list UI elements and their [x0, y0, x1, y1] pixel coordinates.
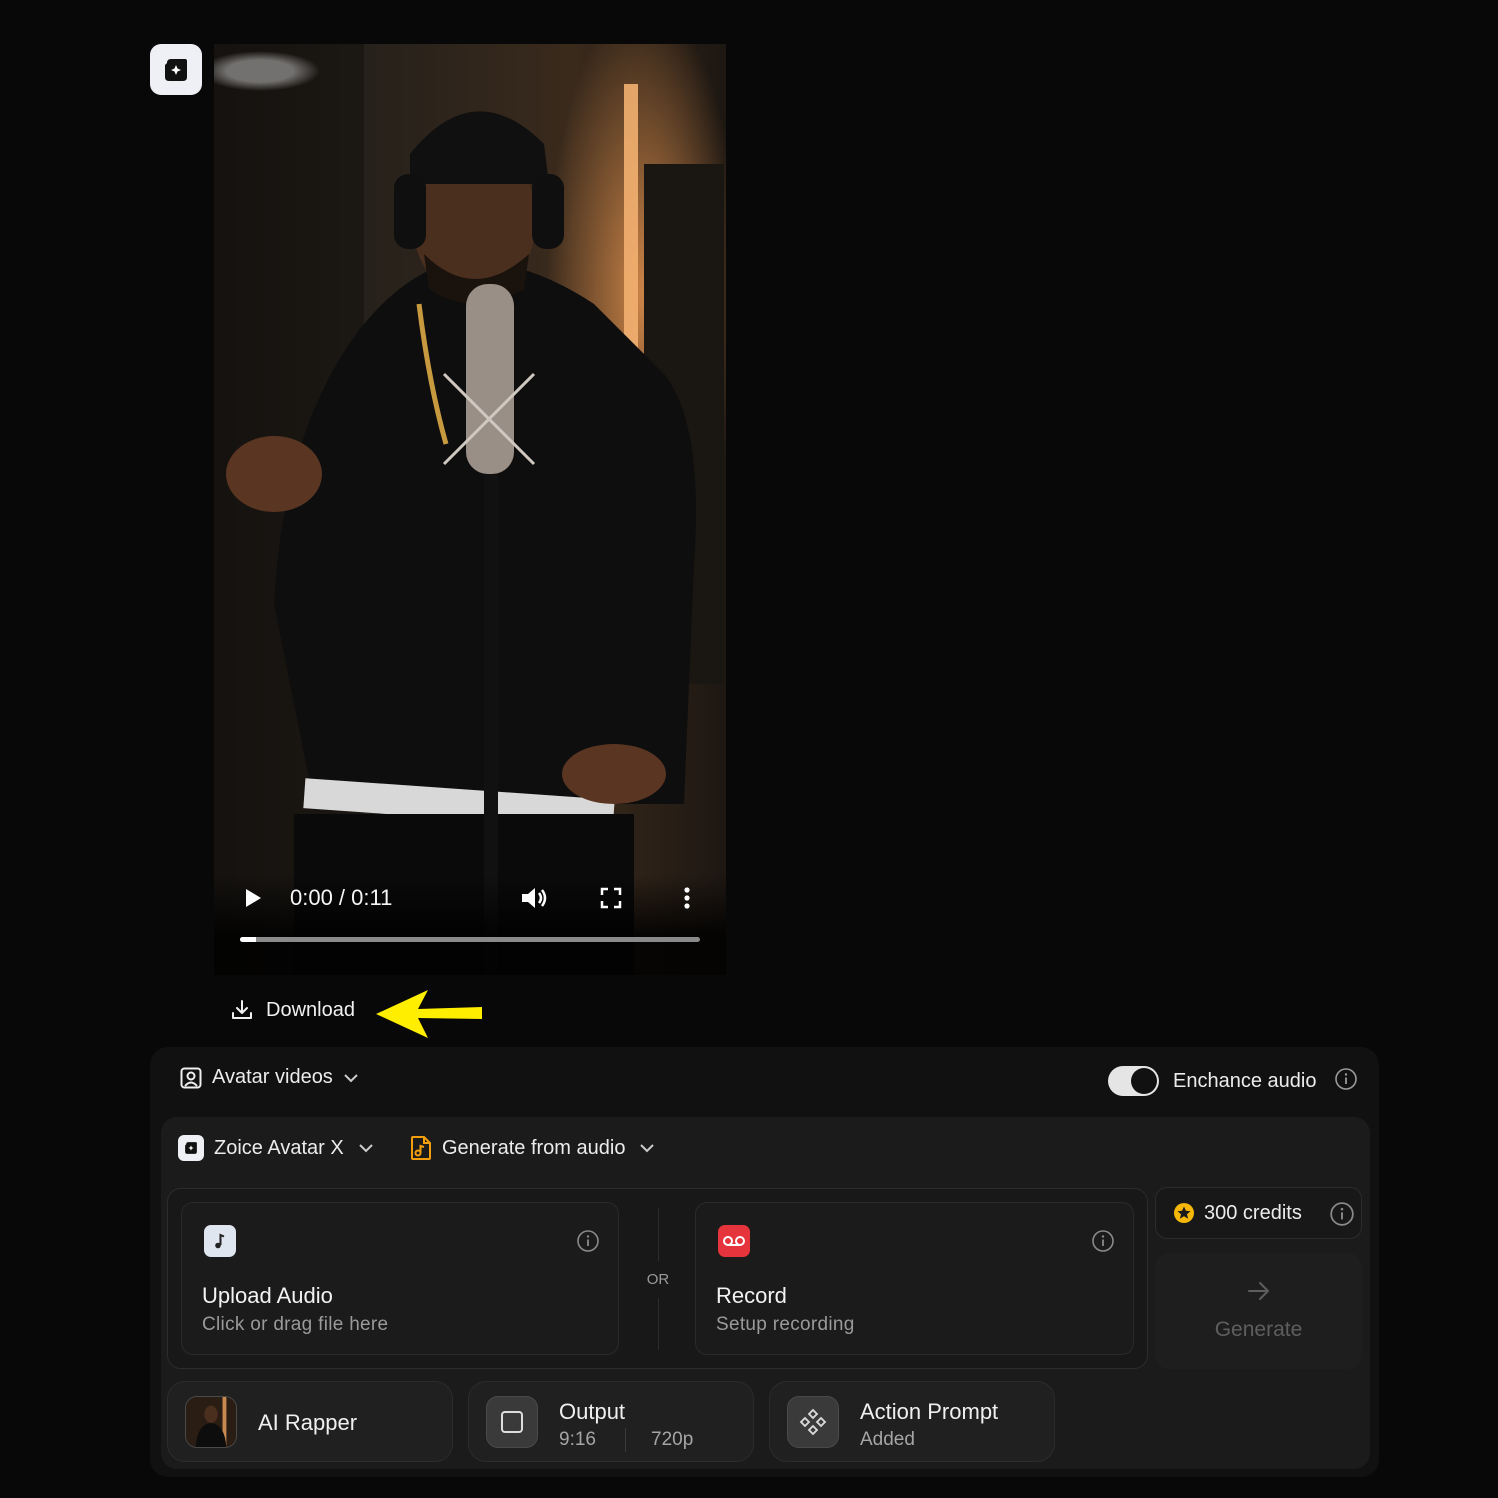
info-icon[interactable] [1334, 1067, 1358, 1091]
avatar-thumbnail [185, 1396, 237, 1448]
upload-audio-title: Upload Audio [202, 1283, 333, 1308]
mode-dropdown[interactable]: Avatar videos [180, 1066, 359, 1089]
chevron-down-icon [344, 1073, 358, 1082]
output-resolution: 720p [651, 1429, 694, 1450]
video-progress-fill [240, 937, 257, 942]
aspect-ratio-icon [486, 1396, 538, 1448]
enhance-audio-control: Enchance audio [1108, 1066, 1358, 1096]
model-logo-icon [178, 1135, 204, 1161]
record-card[interactable]: Record Setup recording [695, 1202, 1134, 1355]
action-prompt-chip[interactable]: Action Prompt Added [769, 1381, 1055, 1462]
action-prompt-label: Action Prompt [860, 1399, 999, 1424]
video-controls: 0:00 / 0:11 [214, 874, 726, 975]
voicemail-icon [718, 1225, 750, 1257]
credits-label: 300 credits [1204, 1201, 1302, 1224]
download-icon [232, 1000, 252, 1019]
audio-file-icon [411, 1136, 431, 1160]
record-title: Record [716, 1283, 787, 1308]
vertical-dots-icon [684, 887, 690, 909]
info-icon[interactable] [1329, 1201, 1355, 1227]
source-label: Generate from audio [442, 1136, 626, 1159]
video-progress-bar[interactable] [240, 937, 700, 942]
logo-icon [165, 58, 187, 81]
chevron-down-icon [640, 1144, 655, 1153]
source-dropdown[interactable]: Generate from audio [410, 1135, 655, 1161]
video-time: 0:00 / 0:11 [290, 885, 393, 910]
output-chip-divider [625, 1428, 626, 1452]
generate-label: Generate [1214, 1318, 1303, 1341]
model-dropdown[interactable]: Zoice Avatar X [178, 1135, 374, 1161]
avatar-chip[interactable]: AI Rapper [167, 1381, 453, 1462]
enhance-audio-label: Enchance audio [1173, 1069, 1317, 1092]
output-ratio: 9:16 [559, 1429, 596, 1450]
generate-button[interactable]: Generate [1155, 1253, 1362, 1369]
play-button[interactable] [242, 887, 264, 909]
download-label: Download [266, 998, 355, 1021]
avatar-chip-label: AI Rapper [258, 1410, 358, 1435]
annotation-arrow-icon [376, 990, 482, 1038]
chevron-down-icon [358, 1144, 373, 1153]
output-chip[interactable]: Output 9:16 720p [468, 1381, 754, 1462]
record-subtitle: Setup recording [716, 1314, 855, 1335]
more-options-button[interactable] [680, 886, 694, 910]
volume-icon [522, 888, 547, 908]
video-frame-rapper [214, 44, 724, 975]
play-icon [246, 889, 261, 907]
fullscreen-icon [600, 887, 622, 909]
mode-label: Avatar videos [212, 1066, 333, 1088]
music-note-icon [204, 1225, 236, 1257]
fullscreen-button[interactable] [600, 887, 622, 909]
info-icon[interactable] [576, 1229, 600, 1253]
download-button[interactable]: Download [230, 998, 355, 1022]
app-logo[interactable] [150, 44, 202, 95]
volume-button[interactable] [520, 885, 548, 911]
video-player[interactable]: 0:00 / 0:11 [214, 44, 726, 975]
upload-audio-subtitle: Click or drag file here [202, 1314, 389, 1335]
portrait-icon [180, 1067, 202, 1088]
output-chip-label: Output [559, 1399, 626, 1424]
arrow-right-icon [1247, 1282, 1269, 1300]
or-label: OR [646, 1270, 670, 1288]
action-prompt-status: Added [860, 1429, 915, 1450]
credits-badge: 300 credits [1155, 1187, 1362, 1239]
enhance-audio-toggle[interactable] [1108, 1066, 1159, 1096]
model-label: Zoice Avatar X [214, 1136, 344, 1159]
action-diamonds-icon [787, 1396, 839, 1448]
star-coin-icon [1174, 1203, 1194, 1223]
or-divider: OR [640, 1208, 676, 1350]
info-icon[interactable] [1091, 1229, 1115, 1253]
upload-audio-card[interactable]: Upload Audio Click or drag file here [181, 1202, 619, 1355]
